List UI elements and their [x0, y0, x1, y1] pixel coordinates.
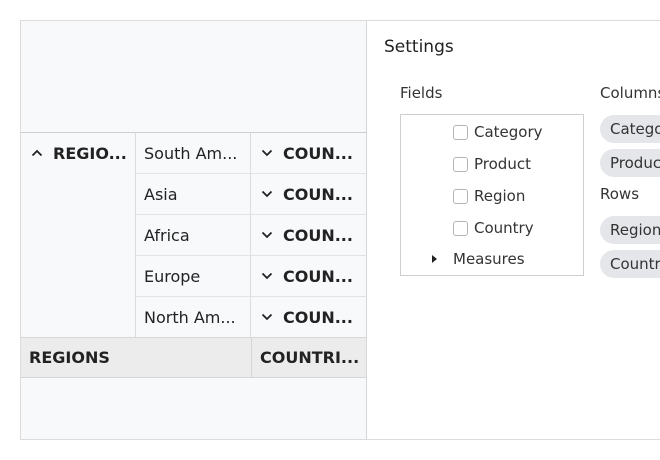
settings-panel: Settings Fields Category Product Region … — [368, 21, 660, 439]
field-item-country[interactable]: Country — [453, 216, 534, 240]
field-checkbox[interactable] — [453, 188, 468, 204]
row-header-regions[interactable]: REGIO... — [21, 132, 136, 173]
countries-header-cell[interactable]: COUN... — [251, 173, 366, 214]
row-chip-region[interactable]: Region — [600, 216, 660, 244]
region-cell[interactable]: Africa — [136, 214, 251, 255]
chevron-down-icon[interactable] — [259, 231, 275, 239]
region-cell[interactable]: Europe — [136, 255, 251, 296]
measures-group[interactable]: Measures — [425, 247, 525, 271]
rows-label: Rows — [600, 185, 640, 203]
settings-title: Settings — [384, 37, 454, 57]
column-chip-product[interactable]: Product — [600, 149, 660, 177]
field-item-product[interactable]: Product — [453, 152, 531, 176]
region-cell[interactable]: South Am... — [136, 132, 251, 173]
columns-label: Columns — [600, 84, 660, 102]
field-item-category[interactable]: Category — [453, 120, 543, 144]
row-chip-country[interactable]: Country — [600, 250, 660, 278]
row-header-span — [21, 173, 136, 337]
region-cell[interactable]: North Am... — [136, 296, 251, 337]
total-regions-cell[interactable]: REGIONS — [21, 338, 251, 377]
total-countries-cell[interactable]: COUNTRI... — [251, 338, 366, 377]
countries-header-cell[interactable]: COUN... — [251, 132, 366, 173]
chevron-up-icon[interactable] — [29, 149, 45, 157]
chevron-down-icon[interactable] — [259, 190, 275, 198]
row-header-label: REGIO... — [53, 143, 127, 163]
field-checkbox[interactable] — [453, 156, 468, 172]
pivot-grid: REGIO... South Am... COUN... Asia COUN..… — [21, 21, 367, 439]
countries-header-cell[interactable]: COUN... — [251, 296, 366, 337]
fields-list: Category Product Region Country Measures — [400, 114, 584, 276]
fields-label: Fields — [400, 84, 443, 102]
chevron-down-icon[interactable] — [259, 272, 275, 280]
column-chip-category[interactable]: Category — [600, 115, 660, 143]
pivot-widget: REGIO... South Am... COUN... Asia COUN..… — [20, 20, 660, 440]
region-cell[interactable]: Asia — [136, 173, 251, 214]
field-item-region[interactable]: Region — [453, 184, 525, 208]
chevron-down-icon[interactable] — [259, 313, 275, 321]
field-checkbox[interactable] — [453, 220, 468, 236]
countries-header-cell[interactable]: COUN... — [251, 214, 366, 255]
grand-total-row: REGIONS COUNTRI... — [21, 337, 366, 378]
chevron-down-icon[interactable] — [259, 149, 275, 157]
field-checkbox[interactable] — [453, 124, 468, 140]
caret-right-icon[interactable] — [425, 254, 443, 264]
countries-header-cell[interactable]: COUN... — [251, 255, 366, 296]
